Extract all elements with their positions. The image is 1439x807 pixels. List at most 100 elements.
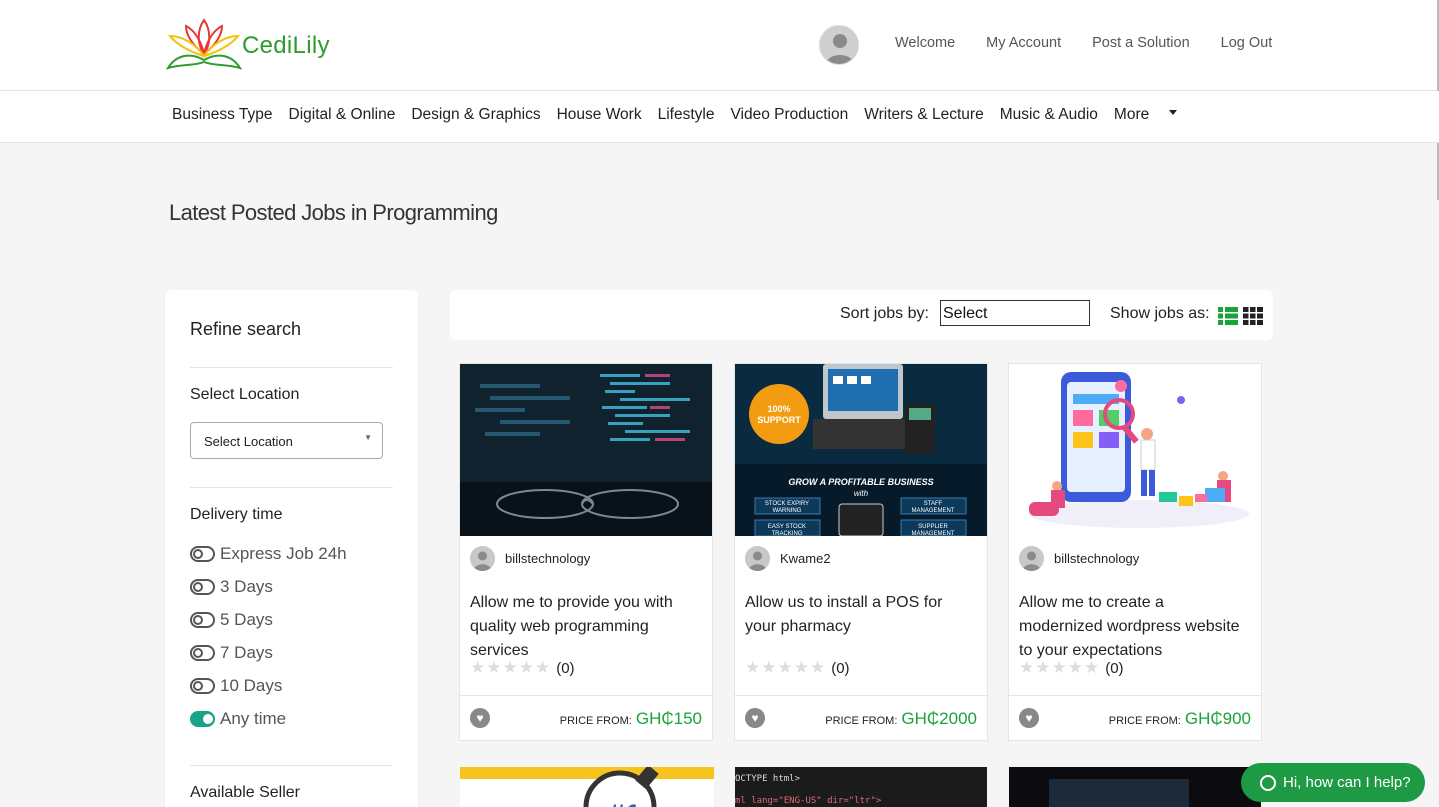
- rating-count: (0): [1105, 659, 1124, 677]
- user-avatar[interactable]: [819, 25, 859, 65]
- sort-select[interactable]: Select: [940, 300, 1090, 326]
- job-card[interactable]: billstechnology Allow me to provide you …: [459, 363, 713, 741]
- code-line-1: OCTYPE html>: [735, 774, 801, 784]
- available-seller-label: Available Seller: [190, 784, 300, 801]
- divider: [190, 765, 393, 766]
- seller-info[interactable]: Kwame2: [745, 546, 831, 571]
- svg-text:MANAGEMENT: MANAGEMENT: [911, 531, 954, 536]
- logout-link[interactable]: Log Out: [1221, 35, 1273, 51]
- job-card[interactable]: [1009, 767, 1263, 807]
- job-image-wordpress[interactable]: [1009, 364, 1261, 536]
- top-header: CediLily Welcome My Account Post a Solut…: [0, 0, 1439, 200]
- category-more-dropdown[interactable]: More: [1113, 106, 1178, 124]
- logo[interactable]: CediLily: [164, 14, 334, 74]
- category-music-audio[interactable]: Music & Audio: [1000, 106, 1098, 124]
- caret-down-icon: [1169, 110, 1178, 116]
- job-title[interactable]: Allow us to install a POS for your pharm…: [745, 591, 975, 639]
- svg-text:SUPPLIER: SUPPLIER: [918, 524, 948, 530]
- seller-avatar: [470, 546, 495, 571]
- user-avatar-icon: [745, 546, 770, 571]
- svg-text:#1: #1: [608, 799, 641, 807]
- subline: with: [854, 489, 869, 498]
- job-title[interactable]: Allow me to provide you with quality web…: [470, 591, 700, 663]
- rating: ★★★★★ (0): [1019, 658, 1124, 678]
- category-business-type[interactable]: Business Type: [172, 106, 273, 124]
- delivery-option-7-days[interactable]: 7 Days: [190, 643, 273, 663]
- location-select-value: Select Location: [204, 434, 293, 449]
- brand-name: CediLily: [242, 32, 330, 59]
- svg-text:WARNING: WARNING: [773, 508, 802, 514]
- favorite-heart-icon[interactable]: ♥: [1019, 708, 1039, 728]
- mobile-app-illustration: [1009, 364, 1261, 536]
- toggle-icon: [190, 612, 215, 628]
- sort-label: Sort jobs by:: [840, 305, 929, 322]
- category-design-graphics[interactable]: Design & Graphics: [411, 106, 540, 124]
- card-footer: ♥ PRICE FROM: GH₵900: [1009, 695, 1261, 741]
- job-card[interactable]: #1: [460, 767, 714, 807]
- price-label: PRICE FROM:: [1108, 715, 1181, 727]
- magnifier-image: #1: [460, 767, 714, 807]
- toggle-icon: [190, 645, 215, 661]
- job-card[interactable]: 100% SUPPORT GROW A PROFITABLE BUSINESS …: [734, 363, 988, 741]
- select-arrow-icon: ▼: [364, 433, 372, 442]
- whatsapp-chat-button[interactable]: Hi, how can I help?: [1241, 763, 1425, 802]
- delivery-option-3-days[interactable]: 3 Days: [190, 577, 273, 597]
- seller-info[interactable]: billstechnology: [470, 546, 590, 571]
- star-rating-icon: ★★★★★: [470, 658, 552, 677]
- grid-view-icon[interactable]: [1243, 307, 1263, 325]
- my-account-link[interactable]: My Account: [986, 35, 1061, 51]
- seller-info[interactable]: billstechnology: [1019, 546, 1139, 571]
- option-label: 7 Days: [220, 643, 273, 662]
- favorite-heart-icon[interactable]: ♥: [745, 708, 765, 728]
- category-house-work[interactable]: House Work: [557, 106, 642, 124]
- delivery-option-10-days[interactable]: 10 Days: [190, 676, 282, 696]
- option-label: 5 Days: [220, 610, 273, 629]
- category-lifestyle[interactable]: Lifestyle: [658, 106, 715, 124]
- laptop-image: [1009, 767, 1261, 807]
- job-title[interactable]: Allow me to create a modernized wordpres…: [1019, 591, 1249, 663]
- job-card[interactable]: billstechnology Allow me to create a mod…: [1008, 363, 1262, 741]
- more-label: More: [1113, 106, 1150, 123]
- list-view-icon[interactable]: [1218, 307, 1238, 325]
- svg-text:STAFF: STAFF: [924, 501, 943, 507]
- svg-text:EASY STOCK: EASY STOCK: [768, 524, 806, 530]
- category-nav: Business Type Digital & Online Design & …: [0, 91, 1439, 143]
- job-image-code-screens[interactable]: [460, 364, 712, 536]
- svg-text:STOCK EXPIRY: STOCK EXPIRY: [765, 501, 809, 507]
- jobs-toolbar: Sort jobs by: Select Show jobs as:: [450, 290, 1273, 340]
- price-label: PRICE FROM:: [825, 715, 898, 727]
- delivery-option-5-days[interactable]: 5 Days: [190, 610, 273, 630]
- rating: ★★★★★ (0): [470, 658, 575, 678]
- badge-text-2: SUPPORT: [757, 415, 801, 425]
- headline: GROW A PROFITABLE BUSINESS: [788, 477, 933, 487]
- location-label: Select Location: [190, 386, 300, 403]
- card-footer: ♥ PRICE FROM: GH₵150: [460, 695, 712, 741]
- delivery-time-label: Delivery time: [190, 506, 283, 523]
- seller-avatar: [745, 546, 770, 571]
- job-card[interactable]: OCTYPE html> ml lang="ENG-US" dir="ltr">: [735, 767, 989, 807]
- category-digital-online[interactable]: Digital & Online: [289, 106, 396, 124]
- toggle-icon: [190, 678, 215, 694]
- star-rating-icon: ★★★★★: [745, 658, 827, 677]
- welcome-link[interactable]: Welcome: [895, 35, 955, 51]
- price: PRICE FROM: GH₵150: [560, 709, 702, 729]
- job-image-pos[interactable]: 100% SUPPORT GROW A PROFITABLE BUSINESS …: [735, 364, 987, 536]
- seller-name: billstechnology: [505, 551, 591, 566]
- refine-search-title: Refine search: [190, 319, 302, 339]
- seller-avatar: [1019, 546, 1044, 571]
- star-rating-icon: ★★★★★: [1019, 658, 1101, 677]
- post-solution-link[interactable]: Post a Solution: [1092, 35, 1190, 51]
- pos-promo-image: 100% SUPPORT GROW A PROFITABLE BUSINESS …: [735, 364, 987, 536]
- delivery-option-any-time[interactable]: Any time: [190, 709, 286, 729]
- option-label: Express Job 24h: [220, 544, 347, 563]
- favorite-heart-icon[interactable]: ♥: [470, 708, 490, 728]
- option-label: 10 Days: [220, 676, 283, 695]
- category-writers-lecture[interactable]: Writers & Lecture: [864, 106, 983, 124]
- location-select[interactable]: Select Location ▼: [190, 422, 383, 459]
- chat-label: Hi, how can I help?: [1283, 774, 1411, 791]
- option-label: 3 Days: [220, 577, 273, 596]
- category-video-production[interactable]: Video Production: [730, 106, 848, 124]
- delivery-option-express[interactable]: Express Job 24h: [190, 544, 347, 564]
- rating: ★★★★★ (0): [745, 658, 850, 678]
- price: PRICE FROM: GH₵2000: [825, 709, 977, 729]
